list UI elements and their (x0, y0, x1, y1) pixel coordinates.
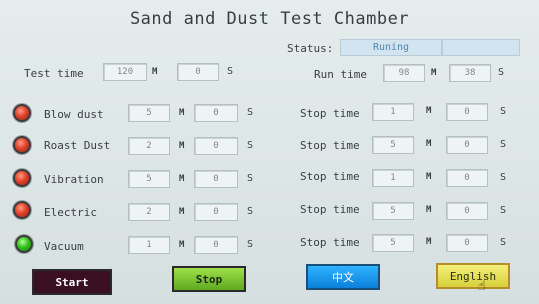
electric-seconds-field[interactable]: 0 (194, 203, 238, 221)
stop-button[interactable]: Stop (172, 266, 246, 292)
test-time-seconds-field[interactable]: 0 (177, 63, 219, 81)
electric-min-unit: M (179, 207, 185, 217)
blow-dust-stop-sec-unit: S (500, 106, 507, 117)
vibration-stop-sec-unit: S (500, 172, 507, 183)
status-label: Status: (287, 42, 334, 55)
vacuum-seconds-field[interactable]: 0 (194, 236, 238, 254)
run-time-sec-unit: S (498, 67, 505, 78)
vibration-stop-min-unit: M (426, 172, 432, 182)
blow-dust-min-unit: M (179, 108, 185, 118)
test-time-minutes-field[interactable]: 120 (103, 63, 147, 81)
vibration-seconds-field[interactable]: 0 (194, 170, 238, 188)
test-time-min-unit: M (152, 67, 158, 77)
electric-label: Electric (44, 206, 97, 219)
blow-dust-stop-minutes-field[interactable]: 1 (372, 103, 414, 121)
vibration-sec-unit: S (247, 173, 254, 184)
vibration-indicator-lamp[interactable] (13, 169, 31, 187)
run-time-seconds-field: 38 (449, 64, 491, 82)
vibration-stop-seconds-field[interactable]: 0 (446, 169, 488, 187)
electric-stop-minutes-field[interactable]: 5 (372, 202, 414, 220)
vacuum-sec-unit: S (247, 239, 254, 250)
electric-stop-sec-unit: S (500, 205, 507, 216)
blow-dust-sec-unit: S (247, 107, 254, 118)
vacuum-label: Vacuum (44, 240, 84, 253)
run-time-minutes-field: 98 (383, 64, 425, 82)
electric-stop-min-unit: M (426, 205, 432, 215)
test-time-sec-unit: S (227, 66, 234, 77)
run-time-min-unit: M (431, 68, 437, 78)
blow-dust-stop-seconds-field[interactable]: 0 (446, 103, 488, 121)
roast-dust-label: Roast Dust (44, 139, 111, 152)
roast-dust-stop-time-label: Stop time (300, 139, 360, 152)
run-time-label: Run time (314, 68, 367, 81)
roast-dust-stop-seconds-field[interactable]: 0 (446, 136, 488, 154)
vibration-min-unit: M (179, 174, 185, 184)
page-title: Sand and Dust Test Chamber (129, 9, 410, 29)
start-button[interactable]: Start (32, 269, 112, 295)
vacuum-stop-minutes-field[interactable]: 5 (372, 234, 414, 252)
blow-dust-minutes-field[interactable]: 5 (128, 104, 170, 122)
status-value-box: Runing (340, 39, 442, 56)
english-language-button[interactable]: English (436, 263, 510, 289)
vacuum-minutes-field[interactable]: 1 (128, 236, 170, 254)
electric-minutes-field[interactable]: 2 (128, 203, 170, 221)
vacuum-min-unit: M (179, 240, 185, 250)
roast-dust-sec-unit: S (247, 140, 254, 151)
electric-stop-time-label: Stop time (300, 203, 360, 216)
blow-dust-seconds-field[interactable]: 0 (194, 104, 238, 122)
electric-stop-seconds-field[interactable]: 0 (446, 202, 488, 220)
hand-pointer-icon: ☝ (478, 279, 486, 294)
vacuum-indicator-lamp[interactable] (15, 235, 33, 253)
roast-dust-stop-sec-unit: S (500, 139, 507, 150)
roast-dust-min-unit: M (179, 141, 185, 151)
test-time-label: Test time (24, 67, 84, 80)
vibration-minutes-field[interactable]: 5 (128, 170, 170, 188)
blow-dust-label: Blow dust (44, 108, 104, 121)
vacuum-stop-seconds-field[interactable]: 0 (446, 234, 488, 252)
status-extra-box (442, 39, 520, 56)
blow-dust-indicator-lamp[interactable] (13, 104, 31, 122)
blow-dust-stop-min-unit: M (426, 106, 432, 116)
vacuum-stop-sec-unit: S (500, 237, 507, 248)
electric-sec-unit: S (247, 206, 254, 217)
vibration-label: Vibration (44, 173, 104, 186)
blow-dust-stop-time-label: Stop time (300, 107, 360, 120)
vibration-stop-time-label: Stop time (300, 170, 360, 183)
roast-dust-stop-min-unit: M (426, 139, 432, 149)
roast-dust-stop-minutes-field[interactable]: 5 (372, 136, 414, 154)
roast-dust-indicator-lamp[interactable] (13, 136, 31, 154)
electric-indicator-lamp[interactable] (13, 201, 31, 219)
vibration-stop-minutes-field[interactable]: 1 (372, 169, 414, 187)
chinese-language-button[interactable]: 中文 (306, 264, 380, 290)
vacuum-stop-min-unit: M (426, 237, 432, 247)
status-value: Runing (372, 42, 410, 53)
hmi-screen: Sand and Dust Test Chamber Status: Runin… (0, 0, 539, 304)
vacuum-stop-time-label: Stop time (300, 236, 360, 249)
roast-dust-minutes-field[interactable]: 2 (128, 137, 170, 155)
roast-dust-seconds-field[interactable]: 0 (194, 137, 238, 155)
